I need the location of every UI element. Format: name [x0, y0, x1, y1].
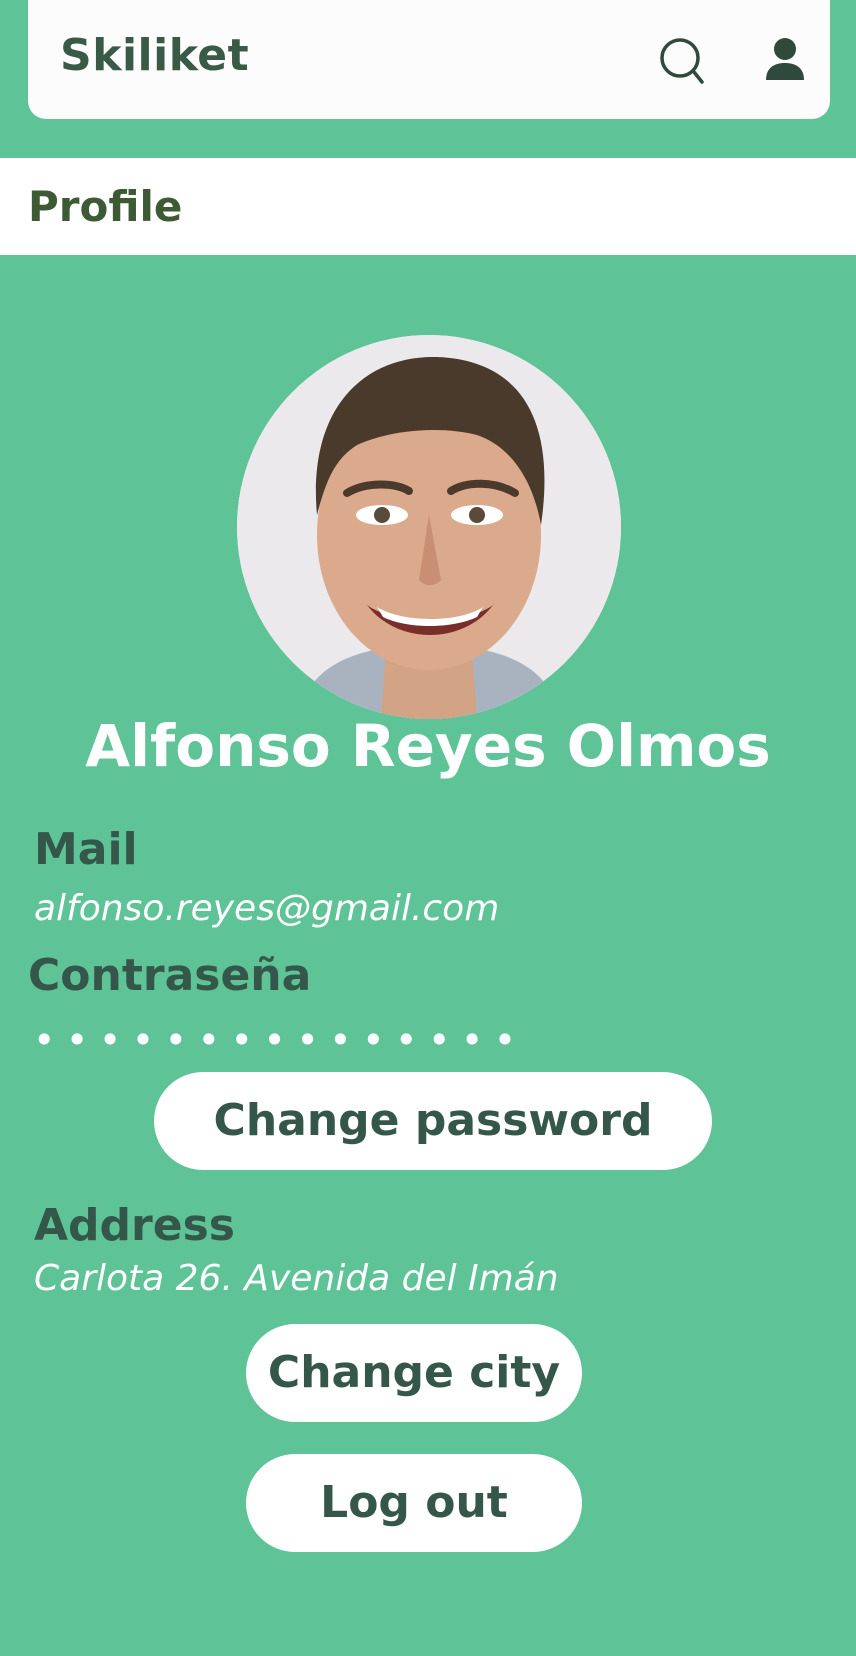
change-city-button[interactable]: Change city [246, 1324, 582, 1422]
change-password-button[interactable]: Change password [154, 1072, 712, 1170]
app-brand: Skiliket [60, 30, 250, 81]
mail-label: Mail [34, 824, 138, 875]
mail-value: alfonso.reyes@gmail.com [34, 888, 500, 929]
page-title: Profile [28, 182, 183, 231]
search-button[interactable] [658, 36, 708, 86]
password-mask: ••••••••••••••• [33, 1018, 527, 1062]
search-icon [660, 38, 704, 84]
logout-button[interactable]: Log out [246, 1454, 582, 1552]
user-account-button[interactable] [762, 36, 808, 82]
top-app-bar: Skiliket [28, 0, 830, 119]
address-value: Carlota 26. Avenida del Imán [34, 1258, 559, 1299]
password-label: Contraseña [28, 950, 312, 1001]
profile-section-header: Profile [0, 158, 856, 255]
user-full-name: Alfonso Reyes Olmos [85, 712, 771, 780]
avatar [237, 335, 621, 719]
address-label: Address [34, 1200, 235, 1251]
user-icon [766, 38, 804, 80]
